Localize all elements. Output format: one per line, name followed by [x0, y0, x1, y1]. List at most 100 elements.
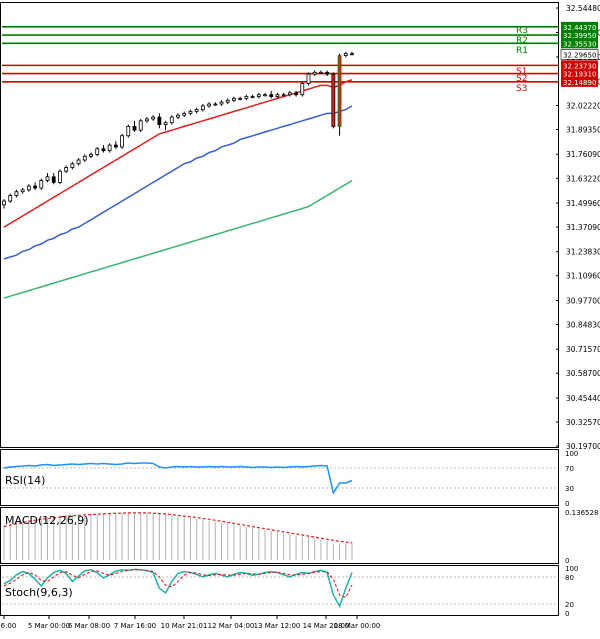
candle-body [82, 155, 87, 161]
chart-window: 32.5448032.4135032.2822032.1509032.02220… [0, 0, 600, 635]
x-tick-label: 18 Mar 00:00 [334, 622, 381, 630]
stoch-tick-label: 0 [565, 610, 569, 618]
candle [331, 72, 336, 129]
x-tick-label: 6 Mar 08:00 [68, 622, 110, 630]
candle-body [157, 116, 162, 125]
candle-body [337, 55, 342, 127]
candle-body [120, 135, 124, 148]
candle-body [169, 116, 174, 124]
current-price-label: 32.29650 [563, 51, 596, 59]
candle-body [256, 94, 261, 97]
candle-body [8, 195, 13, 202]
candle-body [287, 92, 292, 96]
candle-body [14, 191, 19, 196]
candle-body [39, 180, 44, 189]
candle-body [232, 98, 236, 101]
candle-body [101, 148, 106, 152]
candle-body [219, 101, 224, 105]
y-tick-label: 31.76090 [566, 150, 600, 159]
candle-body [213, 103, 218, 106]
candle-body [207, 103, 211, 107]
candle-body [281, 94, 286, 97]
candle-body [2, 200, 6, 206]
candle-body [64, 167, 69, 172]
macd-label: MACD(12,26,9) [5, 514, 89, 527]
stoch-label: Stoch(9,6,3) [5, 586, 73, 599]
rsi-label: RSI(14) [5, 474, 45, 487]
level-label-r3: R3 [516, 26, 528, 36]
candle-body [331, 73, 336, 127]
candle-body [263, 94, 267, 97]
candle-body [163, 122, 168, 125]
candle-body [225, 99, 230, 103]
candle-body [244, 96, 249, 99]
candle-body [132, 126, 137, 131]
candle [138, 118, 143, 133]
y-tick-label: 30.58700 [566, 369, 600, 378]
candle-body [325, 71, 330, 75]
candle [337, 53, 342, 136]
candle [39, 178, 44, 190]
candle-body [51, 176, 56, 183]
chart-canvas: 32.5448032.4135032.2822032.1509032.02220… [0, 0, 600, 635]
y-tick-label: 30.71570 [566, 345, 600, 354]
candle-body [176, 114, 180, 118]
candle-body [70, 163, 75, 168]
x-tick-label: 4 Mar 16:00 [0, 622, 16, 630]
candle [126, 124, 131, 138]
candle-body [319, 71, 323, 74]
candle-body [306, 73, 311, 84]
candle-body [269, 94, 274, 97]
candle-body [145, 118, 149, 122]
y-tick-label: 32.02220 [566, 101, 600, 110]
candle-body [107, 144, 112, 152]
candle [300, 81, 305, 97]
y-tick-label: 32.54480 [566, 4, 600, 13]
candle-body [194, 109, 199, 112]
y-tick-label: 31.49960 [566, 199, 600, 208]
candle [58, 169, 62, 185]
candle-body [126, 126, 131, 137]
macd-tick-label: 0 [565, 557, 569, 565]
x-tick-label: 13 Mar 12:00 [254, 622, 301, 630]
rsi-tick-label: 100 [565, 450, 578, 458]
stoch-tick-label: 80 [565, 574, 574, 582]
candle-body [76, 159, 81, 165]
x-tick-label: 12 Mar 04:00 [208, 622, 255, 630]
candle-body [95, 148, 100, 155]
candle-body [300, 83, 305, 96]
candle-body [138, 120, 143, 131]
candle-body [312, 71, 317, 75]
level-label-r2: R2 [516, 36, 528, 46]
candle-body [200, 105, 205, 111]
level-price-r1: 32.35530 [563, 40, 596, 48]
x-tick-label: 5 Mar 00:00 [28, 622, 70, 630]
x-tick-label: 10 Mar 21:01 [161, 622, 208, 630]
candle-body [20, 189, 25, 193]
candle-body [188, 111, 193, 114]
y-tick-label: 30.97700 [566, 296, 600, 305]
level-label-r1: R1 [516, 46, 528, 56]
level-label-s2: S2 [516, 74, 527, 84]
candle-body [182, 112, 187, 116]
candle-body [113, 144, 118, 148]
candle-body [250, 96, 255, 98]
y-tick-label: 31.37090 [566, 223, 600, 232]
candle-body [151, 116, 156, 120]
candle-body [33, 185, 37, 189]
chart-background [0, 0, 600, 635]
rsi-tick-label: 30 [565, 485, 574, 493]
candle-body [294, 92, 298, 96]
stoch-tick-label: 100 [565, 565, 578, 573]
candle-body [343, 53, 348, 56]
candle-body [45, 176, 50, 181]
y-tick-label: 31.23830 [566, 248, 600, 257]
candle-body [58, 170, 62, 183]
x-tick-label: 7 Mar 16:00 [114, 622, 156, 630]
candle [306, 72, 311, 86]
candle [120, 133, 124, 149]
rsi-tick-label: 0 [565, 500, 569, 508]
macd-tick-label: 0.136528 [565, 509, 598, 517]
y-tick-label: 31.10960 [566, 272, 600, 281]
level-label-s3: S3 [516, 84, 527, 94]
